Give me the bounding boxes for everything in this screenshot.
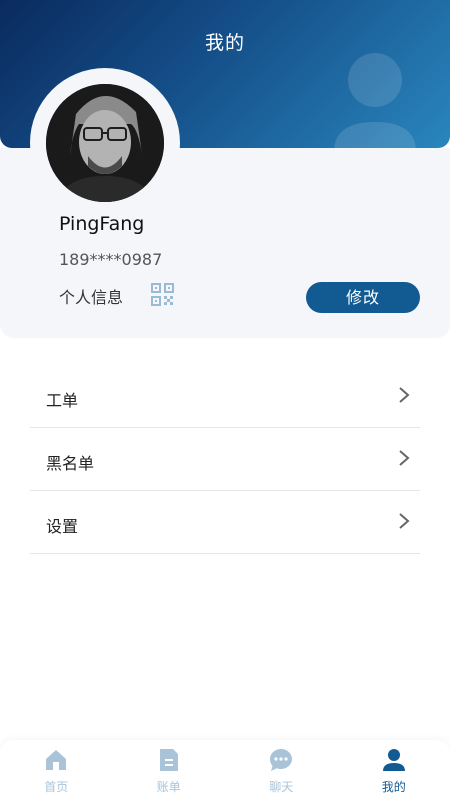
tab-bill[interactable]: 账单 [113,740,226,800]
home-icon [46,750,67,770]
tab-label: 账单 [156,780,181,794]
bill-icon [159,749,178,771]
menu-item-blacklist[interactable]: 黑名单 [30,428,420,491]
tab-chat[interactable]: 聊天 [225,740,338,800]
menu-item-label: 工单 [46,391,79,410]
edit-profile-button[interactable]: 修改 [306,282,420,313]
tab-label: 首页 [44,780,69,794]
user-silhouette-icon [334,53,416,148]
menu-item-label: 黑名单 [46,454,95,473]
username: PingFang [59,213,145,235]
phone-number: 189****0987 [59,250,163,269]
menu-item-work-order[interactable]: 工单 [30,365,420,428]
tab-profile[interactable]: 我的 [338,740,450,800]
personal-info-label[interactable]: 个人信息 [59,284,123,308]
user-icon [382,749,405,771]
chat-icon [270,749,293,771]
chevron-right-icon [399,450,410,466]
avatar[interactable] [46,84,164,202]
qr-code-icon[interactable] [151,283,174,306]
page-title: 我的 [204,32,245,54]
avatar-photo [46,84,164,202]
chevron-right-icon [399,513,410,529]
tab-label: 我的 [381,780,406,794]
menu-item-settings[interactable]: 设置 [30,491,420,554]
menu-list: 工单 黑名单 设置 [30,365,420,554]
chevron-right-icon [399,387,410,403]
tab-label: 聊天 [269,780,294,794]
tab-home[interactable]: 首页 [0,740,113,800]
bottom-tab-bar: 首页 账单 聊天 我的 [0,740,450,800]
menu-item-label: 设置 [46,517,79,536]
